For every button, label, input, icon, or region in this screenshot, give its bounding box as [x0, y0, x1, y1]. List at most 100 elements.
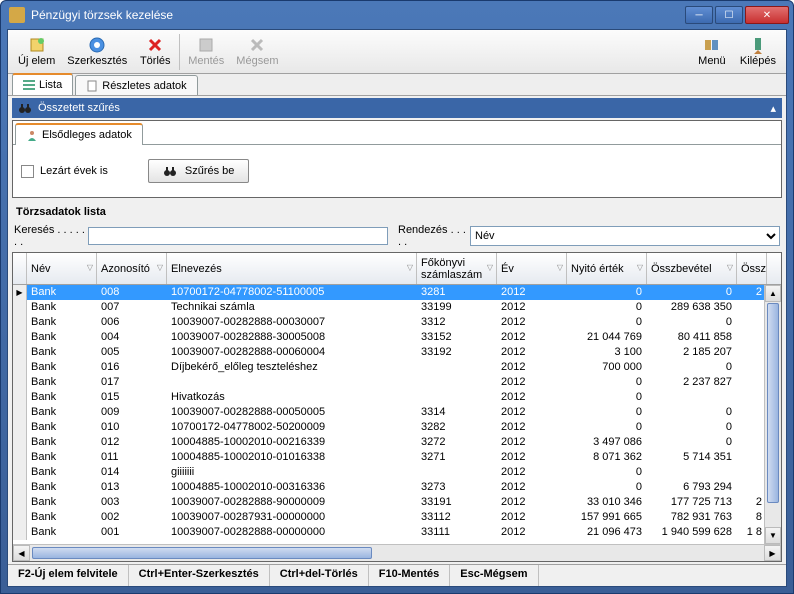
- table-row[interactable]: Bank015Hivatkozás20120: [13, 390, 781, 405]
- cell-os: [737, 330, 767, 345]
- filter-title: Összetett szűrés: [38, 102, 770, 114]
- cell-ob: 80 411 858: [647, 330, 737, 345]
- table-row[interactable]: Bank00110039007-00282888-000000003311120…: [13, 525, 781, 540]
- table-row[interactable]: Bank014giiiiiii20120: [13, 465, 781, 480]
- titlebar[interactable]: Pénzügyi törzsek kezelése ─ ☐ ✕: [1, 1, 793, 29]
- vertical-scrollbar[interactable]: ▲ ▼: [764, 285, 781, 544]
- scroll-thumb[interactable]: [32, 547, 372, 559]
- cell-elnev: giiiiiii: [167, 465, 417, 480]
- cell-elnev: 10700172-04778002-51100005: [167, 285, 417, 300]
- table-row[interactable]: Bank01110004885-10002010-010163383271201…: [13, 450, 781, 465]
- cell-ny: 0: [567, 465, 647, 480]
- cell-azon: 003: [97, 495, 167, 510]
- tab-details[interactable]: Részletes adatok: [75, 75, 197, 95]
- row-indicator-icon: [13, 405, 27, 420]
- tab-list[interactable]: Lista: [12, 73, 73, 95]
- sort-select[interactable]: Név: [470, 226, 780, 246]
- ind[interactable]: [13, 253, 27, 284]
- col-nev[interactable]: Név▽: [27, 253, 97, 284]
- cell-azon: 011: [97, 450, 167, 465]
- table-row[interactable]: Bank016Díjbekérő_előleg teszteléshez2012…: [13, 360, 781, 375]
- app-window: Pénzügyi törzsek kezelése ─ ☐ ✕ Új elem …: [0, 0, 794, 594]
- scroll-left-icon[interactable]: ◀: [13, 545, 30, 561]
- table-row[interactable]: Bank00310039007-00282888-900000093319120…: [13, 495, 781, 510]
- col-fokonyv[interactable]: Főkönyvi számlaszám▽: [417, 253, 497, 284]
- row-indicator-icon: [13, 510, 27, 525]
- horizontal-scrollbar[interactable]: ◀ ▶: [13, 544, 781, 561]
- cell-ny: 33 010 346: [567, 495, 647, 510]
- cell-ob: 0: [647, 420, 737, 435]
- composite-filter-bar[interactable]: Összetett szűrés ▴: [12, 98, 782, 118]
- table-row[interactable]: Bank00910039007-00282888-000500053314201…: [13, 405, 781, 420]
- row-indicator-icon: [13, 360, 27, 375]
- tab-primary-data[interactable]: Elsődleges adatok: [15, 123, 143, 145]
- cell-azon: 008: [97, 285, 167, 300]
- cell-nev: Bank: [27, 300, 97, 315]
- close-button[interactable]: ✕: [745, 6, 789, 24]
- cell-os: [737, 480, 767, 495]
- cell-os: [737, 300, 767, 315]
- col-nyito[interactable]: Nyitó érték▽: [567, 253, 647, 284]
- cell-ev: 2012: [497, 480, 567, 495]
- cell-ny: 0: [567, 300, 647, 315]
- hint-f2: F2-Új elem felvitele: [8, 565, 129, 586]
- statusbar: F2-Új elem felvitele Ctrl+Enter-Szerkesz…: [8, 564, 786, 586]
- scroll-thumb[interactable]: [767, 303, 779, 503]
- scroll-up-icon[interactable]: ▲: [765, 285, 781, 302]
- edit-button[interactable]: Szerkesztés: [61, 34, 133, 69]
- cell-elnev: Technikai számla: [167, 300, 417, 315]
- scroll-down-icon[interactable]: ▼: [765, 527, 781, 544]
- col-elnev[interactable]: Elnevezés▽: [167, 253, 417, 284]
- table-row[interactable]: Bank00210039007-00287931-000000003311220…: [13, 510, 781, 525]
- menu-button[interactable]: Menü: [690, 34, 734, 69]
- cell-fok: 3271: [417, 450, 497, 465]
- cell-elnev: [167, 375, 417, 390]
- new-button[interactable]: Új elem: [12, 34, 61, 69]
- cell-ev: 2012: [497, 375, 567, 390]
- maximize-button[interactable]: ☐: [715, 6, 743, 24]
- table-row[interactable]: Bank017201202 237 827: [13, 375, 781, 390]
- cell-elnev: 10039007-00282888-00000000: [167, 525, 417, 540]
- cell-elnev: Hivatkozás: [167, 390, 417, 405]
- cell-ev: 2012: [497, 330, 567, 345]
- cell-elnev: 10039007-00282888-90000009: [167, 495, 417, 510]
- cell-os: [737, 345, 767, 360]
- delete-button[interactable]: Törlés: [133, 34, 177, 69]
- search-input[interactable]: [88, 227, 388, 245]
- table-row[interactable]: Bank01010700172-04778002-502000093282201…: [13, 420, 781, 435]
- row-indicator-icon: [13, 330, 27, 345]
- table-row[interactable]: Bank01210004885-10002010-002163393272201…: [13, 435, 781, 450]
- collapse-icon[interactable]: ▴: [770, 102, 776, 115]
- cell-nev: Bank: [27, 405, 97, 420]
- table-row[interactable]: Bank01310004885-10002010-003163363273201…: [13, 480, 781, 495]
- cell-os: [737, 465, 767, 480]
- scroll-right-icon[interactable]: ▶: [764, 545, 781, 561]
- row-indicator-icon: [13, 480, 27, 495]
- table-row[interactable]: ▶Bank00810700172-04778002-51100005328120…: [13, 285, 781, 300]
- cell-os: 2: [737, 495, 767, 510]
- row-indicator-icon: [13, 375, 27, 390]
- view-tabbar: Lista Részletes adatok: [8, 74, 786, 96]
- row-indicator-icon: [13, 300, 27, 315]
- exit-button[interactable]: Kilépés: [734, 34, 782, 69]
- col-ossz[interactable]: Össz: [737, 253, 767, 284]
- table-row[interactable]: Bank00510039007-00282888-000600043319220…: [13, 345, 781, 360]
- col-azon[interactable]: Azonosító▽: [97, 253, 167, 284]
- closed-years-checkbox[interactable]: Lezárt évek is: [21, 165, 108, 178]
- col-osszb[interactable]: Összbevétel▽: [647, 253, 737, 284]
- table-row[interactable]: Bank00410039007-00282888-300050083315220…: [13, 330, 781, 345]
- cell-nev: Bank: [27, 465, 97, 480]
- cell-elnev: 10039007-00282888-00050005: [167, 405, 417, 420]
- minimize-button[interactable]: ─: [685, 6, 713, 24]
- col-ev[interactable]: Év▽: [497, 253, 567, 284]
- cell-ob: 177 725 713: [647, 495, 737, 510]
- cell-ob: 1 940 599 628: [647, 525, 737, 540]
- cell-ny: 700 000: [567, 360, 647, 375]
- table-row[interactable]: Bank00610039007-00282888-000300073312201…: [13, 315, 781, 330]
- cell-azon: 006: [97, 315, 167, 330]
- cell-elnev: Díjbekérő_előleg teszteléshez: [167, 360, 417, 375]
- cell-ev: 2012: [497, 360, 567, 375]
- filter-on-button[interactable]: Szűrés be: [148, 159, 250, 183]
- table-row[interactable]: Bank007Technikai számla3319920120289 638…: [13, 300, 781, 315]
- cell-ob: 5 714 351: [647, 450, 737, 465]
